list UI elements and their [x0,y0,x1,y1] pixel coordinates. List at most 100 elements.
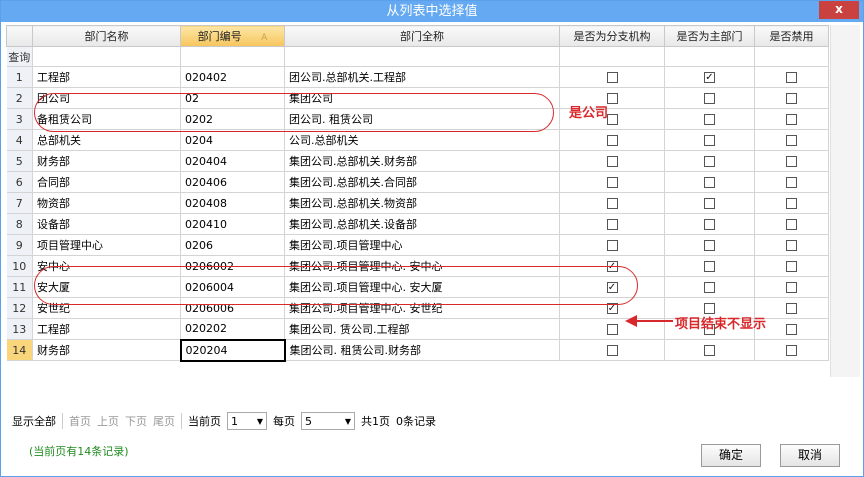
is-main-dept-checkbox[interactable] [704,261,715,272]
is-main-dept-checkbox[interactable]: ✓ [704,72,715,83]
query-input-dept-code[interactable] [180,46,285,67]
is-main-dept-checkbox[interactable] [704,135,715,146]
first-page-link[interactable]: 首页 [69,413,91,429]
dept-code-cell[interactable]: 020410 [180,213,285,235]
is-disabled-checkbox[interactable] [786,114,797,125]
dept-name-cell[interactable]: 项目管理中心 [32,234,181,256]
is-branch-checkbox[interactable] [606,240,618,251]
column-header-is-main-dept[interactable]: 是否为主部门 [664,25,755,47]
dept-code-cell[interactable]: 020204 [179,338,286,362]
query-input-dept-name[interactable] [32,46,181,67]
is-branch-checkbox[interactable] [606,114,618,125]
cancel-button[interactable]: 取消 [780,444,840,467]
dept-code-cell[interactable]: 020406 [180,171,285,193]
is-branch-checkbox[interactable] [606,219,618,230]
row-number[interactable]: 8 [6,213,33,235]
is-disabled-checkbox[interactable] [786,303,797,314]
column-header-dept-code[interactable]: 部门编号 A [180,25,285,47]
is-main-dept-checkbox[interactable] [704,198,715,209]
dept-code-cell[interactable]: 020402 [180,66,285,88]
query-input-full-name[interactable] [284,46,560,67]
is-main-dept-checkbox[interactable] [704,282,715,293]
is-disabled-checkbox[interactable] [786,198,797,209]
is-disabled-checkbox[interactable] [786,177,797,188]
dept-name-cell[interactable]: 合同部 [32,171,181,193]
full-name-cell[interactable]: 集团公司. 租赁公司.财务部 [284,339,560,361]
is-branch-checkbox[interactable] [606,156,618,167]
full-name-cell[interactable]: 公司.总部机关 [284,129,560,151]
row-number[interactable]: 9 [6,234,33,256]
is-branch-checkbox[interactable] [606,93,618,104]
full-name-cell[interactable]: 集团公司.总部机关.物资部 [284,192,560,214]
is-branch-checkbox[interactable] [606,72,618,83]
is-branch-checkbox[interactable] [606,135,618,146]
row-number[interactable]: 7 [6,192,33,214]
last-page-link[interactable]: 尾页 [153,413,175,429]
query-input-is-main-dept[interactable] [664,46,755,67]
row-number[interactable]: 6 [6,171,33,193]
row-number[interactable]: 3 [6,108,33,130]
is-main-dept-checkbox[interactable] [704,240,715,251]
close-button[interactable]: x [819,1,859,19]
is-main-dept-checkbox[interactable] [704,114,715,125]
is-disabled-checkbox[interactable] [786,72,797,83]
row-number[interactable]: 4 [6,129,33,151]
column-header-dept-name[interactable]: 部门名称 [32,25,181,47]
dept-name-cell[interactable]: 总部机关 [32,129,181,151]
row-number[interactable]: 13 [6,318,33,340]
dept-name-cell[interactable]: 设备部 [32,213,181,235]
is-main-dept-checkbox[interactable] [704,156,715,167]
dept-name-cell[interactable]: 物资部 [32,192,181,214]
is-branch-checkbox[interactable] [606,324,618,335]
column-header-full-name[interactable]: 部门全称 [284,25,560,47]
dept-name-cell[interactable]: 工程部 [32,66,181,88]
ok-button[interactable]: 确定 [701,444,761,467]
table-row[interactable]: 4 总部机关 0204 公司.总部机关 [6,129,829,151]
next-page-link[interactable]: 下页 [125,413,147,429]
is-disabled-checkbox[interactable] [786,261,797,272]
query-input-is-branch[interactable] [559,46,665,67]
is-branch-checkbox[interactable] [606,198,618,209]
is-disabled-checkbox[interactable] [786,219,797,230]
table-row[interactable]: 14 财务部 020204 集团公司. 租赁公司.财务部 [6,338,829,362]
dept-code-cell[interactable]: 020404 [180,150,285,172]
full-name-cell[interactable]: 集团公司. 赁公司.工程部 [284,318,560,340]
full-name-cell[interactable]: 集团公司.项目管理中心 [284,234,560,256]
dept-code-cell[interactable]: 0206 [180,234,285,256]
is-disabled-checkbox[interactable] [786,282,797,293]
query-input-is-disabled[interactable] [754,46,829,67]
table-row[interactable]: 6 合同部 020406 集团公司.总部机关.合同部 [6,171,829,193]
table-row[interactable]: 1 工程部 020402 团公司.总部机关.工程部 ✓ [6,66,829,88]
is-branch-checkbox[interactable] [606,345,618,356]
per-page-select[interactable]: 5 ▼ [301,412,355,430]
dept-code-cell[interactable]: 020202 [180,318,285,340]
current-page-select[interactable]: 1 ▼ [227,412,267,430]
is-disabled-checkbox[interactable] [786,324,797,335]
is-main-dept-checkbox[interactable] [704,93,715,104]
dept-name-cell[interactable]: 工程部 [32,318,181,340]
table-row[interactable]: 5 财务部 020404 集团公司.总部机关.财务部 [6,150,829,172]
row-number[interactable]: 11 [6,276,33,298]
full-name-cell[interactable]: 集团公司.总部机关.财务部 [284,150,560,172]
is-disabled-checkbox[interactable] [786,345,797,356]
table-row[interactable]: 8 设备部 020410 集团公司.总部机关.设备部 [6,213,829,235]
row-number[interactable]: 1 [6,66,33,88]
full-name-cell[interactable]: 集团公司.总部机关.设备部 [284,213,560,235]
dept-code-cell[interactable]: 0204 [180,129,285,151]
row-number[interactable]: 2 [6,87,33,109]
is-main-dept-checkbox[interactable] [704,345,715,356]
row-number[interactable]: 14 [6,339,33,361]
column-header-is-branch[interactable]: 是否为分支机构 [559,25,665,47]
is-disabled-checkbox[interactable] [786,135,797,146]
prev-page-link[interactable]: 上页 [97,413,119,429]
dept-code-cell[interactable]: 020408 [180,192,285,214]
show-all-link[interactable]: 显示全部 [12,413,56,429]
table-row[interactable]: 9 项目管理中心 0206 集团公司.项目管理中心 [6,234,829,256]
is-main-dept-checkbox[interactable] [704,219,715,230]
is-main-dept-checkbox[interactable] [704,177,715,188]
is-disabled-checkbox[interactable] [786,156,797,167]
full-name-cell[interactable]: 团公司.总部机关.工程部 [284,66,560,88]
is-disabled-checkbox[interactable] [786,240,797,251]
dept-name-cell[interactable]: 财务部 [32,150,181,172]
is-branch-checkbox[interactable] [606,177,618,188]
